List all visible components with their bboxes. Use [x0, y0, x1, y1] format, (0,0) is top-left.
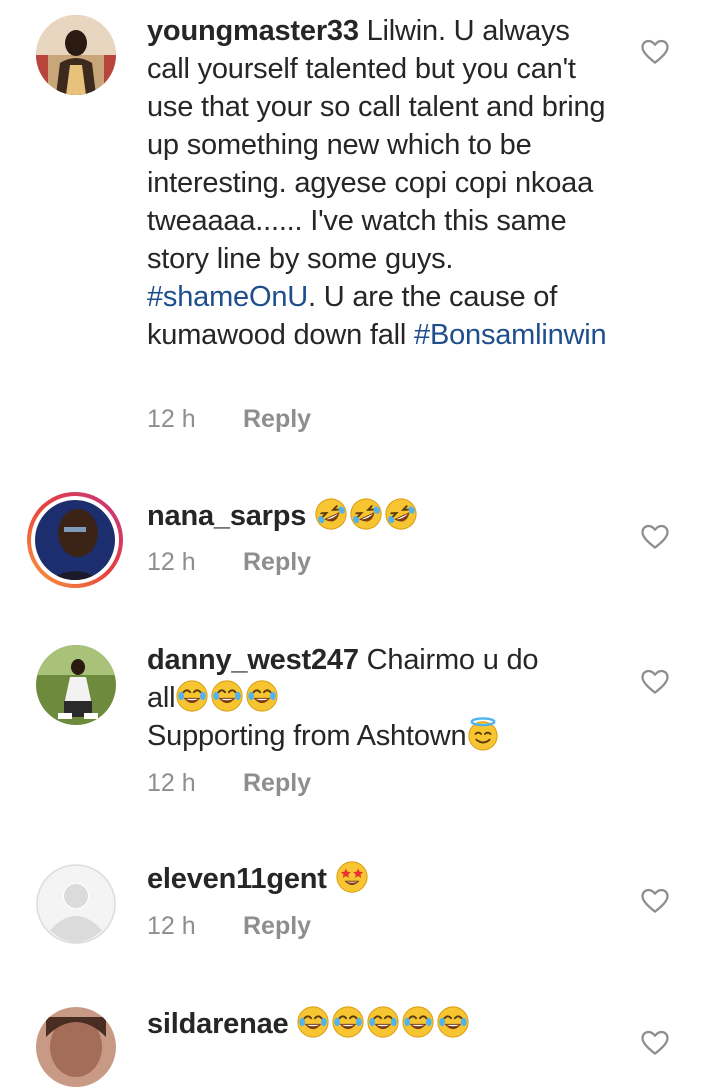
- timestamp: 12 h: [147, 548, 196, 576]
- rolling-laughing-emoji: [314, 497, 348, 531]
- comment-meta: 12 h Reply: [147, 405, 311, 434]
- avatar[interactable]: [36, 645, 116, 725]
- comment-text: youngmaster33 Lilwin. U always call your…: [147, 12, 617, 354]
- tears-of-joy-emoji: [366, 1005, 400, 1039]
- reply-button[interactable]: Reply: [243, 548, 311, 576]
- tears-of-joy-emoji: [210, 679, 244, 713]
- comment-text-part: Supporting from Ashtown: [147, 720, 467, 752]
- timestamp: 12 h: [147, 769, 196, 797]
- comment-text-part: Chairmo u do: [358, 644, 539, 676]
- halo-smile-emoji: [466, 717, 500, 751]
- like-heart-icon[interactable]: [640, 667, 670, 697]
- tears-of-joy-emoji: [401, 1005, 435, 1039]
- tears-of-joy-emoji: [245, 679, 279, 713]
- like-heart-icon[interactable]: [640, 37, 670, 67]
- comment-meta: 12 h Reply: [147, 548, 311, 577]
- timestamp: 12 h: [147, 912, 196, 940]
- tears-of-joy-emoji: [296, 1005, 330, 1039]
- like-heart-icon[interactable]: [640, 886, 670, 916]
- rolling-laughing-emoji: [384, 497, 418, 531]
- comment-text: eleven11gent: [147, 860, 617, 898]
- comment-text: nana_sarps: [147, 497, 617, 535]
- hashtag-link[interactable]: #shameOnU: [147, 281, 308, 313]
- comment-text: sildarenae: [147, 1005, 617, 1043]
- comment-text: danny_west247 Chairmo u do all Supportin…: [147, 641, 617, 755]
- comment-text-part: Lilwin. U always call yourself talented …: [147, 15, 606, 275]
- tears-of-joy-emoji: [175, 679, 209, 713]
- reply-button[interactable]: Reply: [243, 769, 311, 797]
- hashtag-link[interactable]: #Bonsamlinwin: [414, 319, 607, 351]
- star-struck-emoji: [335, 860, 369, 894]
- like-heart-icon[interactable]: [640, 1028, 670, 1058]
- like-heart-icon[interactable]: [640, 522, 670, 552]
- rolling-laughing-emoji: [349, 497, 383, 531]
- avatar[interactable]: [36, 1007, 116, 1087]
- comment-meta: 12 h Reply: [147, 769, 311, 798]
- username-link[interactable]: eleven11gent: [147, 863, 327, 895]
- username-link[interactable]: sildarenae: [147, 1008, 289, 1040]
- reply-button[interactable]: Reply: [243, 405, 311, 433]
- username-link[interactable]: youngmaster33: [147, 15, 359, 47]
- timestamp: 12 h: [147, 405, 196, 433]
- avatar[interactable]: [36, 15, 116, 95]
- reply-button[interactable]: Reply: [243, 912, 311, 940]
- avatar[interactable]: [36, 864, 116, 944]
- avatar[interactable]: [26, 491, 124, 589]
- comment-text-part: all: [147, 682, 176, 714]
- username-link[interactable]: nana_sarps: [147, 500, 306, 532]
- comment-meta: 12 h Reply: [147, 912, 311, 941]
- tears-of-joy-emoji: [331, 1005, 365, 1039]
- username-link[interactable]: danny_west247: [147, 644, 359, 676]
- tears-of-joy-emoji: [436, 1005, 470, 1039]
